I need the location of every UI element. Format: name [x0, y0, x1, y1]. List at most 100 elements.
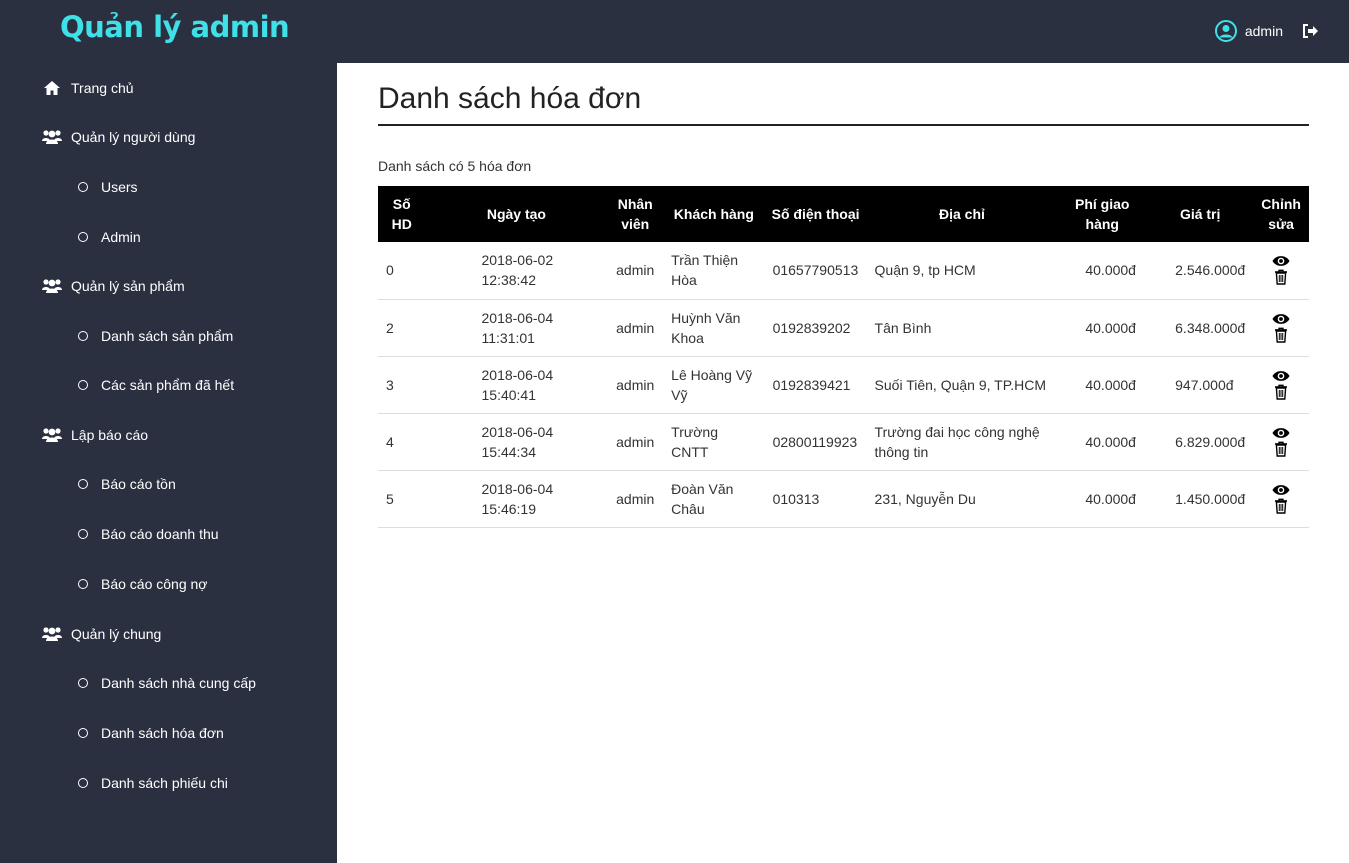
col-chinh-sua: Chỉnh sửa [1261, 196, 1301, 232]
invoice-table: Số HD Ngày tạo Nhân viên Khách hàng Số đ… [378, 186, 1309, 528]
sidebar-subitem-label: Danh sách phiếu chi [101, 775, 228, 791]
cell-gia-tri: 1.450.000đ [1175, 490, 1246, 507]
sidebar: Trang chủ Quản lý người dùng Users Admin… [0, 63, 337, 863]
user-area: admin [1214, 20, 1319, 42]
col-gia-tri: Giá trị [1179, 206, 1221, 222]
sidebar-subitem-label: Danh sách nhà cung cấp [101, 675, 256, 691]
sidebar-subitem-label: Báo cáo tồn [101, 476, 176, 492]
sidebar-item-quan-ly-nguoi-dung[interactable]: Quản lý người dùng [42, 128, 195, 146]
table-row: 0 2018-06-02 12:38:42 admin Trần Thiện Hòa 0… [378, 242, 1309, 299]
trash-icon[interactable] [1274, 498, 1288, 514]
cell-ngay-tao: 2018-06-02 12:38:42 [481, 252, 554, 289]
circle-icon [78, 778, 88, 788]
cell-phi-giao-hang: 40.000đ [1085, 319, 1136, 336]
sidebar-subitem-users[interactable]: Users [78, 179, 138, 195]
circle-icon [78, 479, 88, 489]
sidebar-subitem-phieu-chi[interactable]: Danh sách phiếu chi [78, 775, 228, 791]
cell-so-dien-thoai: 010313 [772, 490, 820, 507]
cell-phi-giao-hang: 40.000đ [1085, 262, 1136, 279]
cell-so-dien-thoai: 0192839421 [772, 376, 851, 393]
sidebar-subitem-label: Users [101, 179, 138, 195]
user-circle-icon[interactable] [1214, 20, 1237, 42]
col-so-hd: Số HD [391, 196, 412, 232]
circle-icon [78, 579, 88, 589]
cell-phi-giao-hang: 40.000đ [1085, 490, 1136, 507]
trash-icon[interactable] [1274, 384, 1288, 400]
cell-khach-hang: Trường CNTT [671, 423, 718, 460]
sidebar-subitem-label: Các sản phẩm đã hết [101, 377, 235, 393]
sidebar-subitem-label: Báo cáo doanh thu [101, 526, 219, 542]
sidebar-subitem-label: Báo cáo công nợ [101, 576, 208, 592]
sidebar-subitem-danh-sach-san-pham[interactable]: Danh sách sản phẩm [78, 328, 233, 344]
cell-ngay-tao: 2018-06-04 15:44:34 [481, 423, 554, 460]
sidebar-subitem-label: Danh sách hóa đơn [101, 725, 224, 741]
sidebar-item-label: Trang chủ [71, 80, 134, 96]
users-icon [42, 128, 62, 146]
sidebar-subitem-admin[interactable]: Admin [78, 229, 141, 245]
sidebar-subitem-bao-cao-ton[interactable]: Báo cáo tồn [78, 476, 176, 492]
sidebar-item-quan-ly-san-pham[interactable]: Quản lý sản phẩm [42, 277, 185, 295]
col-dia-chi: Địa chỉ [939, 206, 985, 222]
table-row: 3 2018-06-04 15:40:41 admin Lê Hoàng Vỹ Vỹ 0… [378, 356, 1309, 413]
invoice-count: Danh sách có 5 hóa đơn [378, 158, 532, 174]
cell-actions [1253, 413, 1309, 470]
cell-so-hd: 0 [386, 262, 394, 279]
trash-icon[interactable] [1274, 269, 1288, 285]
cell-so-dien-thoai: 01657790513 [772, 262, 859, 279]
cell-so-hd: 4 [386, 433, 394, 450]
cell-khach-hang: Lê Hoàng Vỹ Vỹ [671, 366, 753, 403]
cell-nhan-vien: admin [616, 319, 655, 336]
sidebar-item-label: Lập báo cáo [71, 427, 149, 443]
sidebar-subitem-hoa-don[interactable]: Danh sách hóa đơn [78, 725, 224, 741]
username[interactable]: admin [1245, 23, 1283, 39]
cell-so-hd: 3 [386, 376, 394, 393]
col-nhan-vien: Nhân viên [617, 196, 653, 232]
sidebar-subitem-label: Danh sách sản phẩm [101, 328, 234, 344]
cell-so-dien-thoai: 02800119923 [772, 433, 858, 450]
eye-icon[interactable] [1272, 370, 1290, 382]
eye-icon[interactable] [1272, 427, 1290, 439]
cell-ngay-tao: 2018-06-04 15:40:41 [481, 366, 554, 403]
users-icon [42, 277, 62, 295]
eye-icon[interactable] [1272, 255, 1290, 267]
cell-actions [1253, 470, 1309, 527]
cell-nhan-vien: admin [616, 376, 655, 393]
cell-so-hd: 2 [386, 319, 394, 336]
eye-icon[interactable] [1272, 313, 1290, 325]
sidebar-subitem-bao-cao-cong-no[interactable]: Báo cáo công nợ [78, 576, 207, 592]
col-ngay-tao: Ngày tạo [486, 206, 546, 222]
circle-icon [78, 232, 88, 242]
circle-icon [78, 182, 88, 192]
table-row: 5 2018-06-04 15:46:19 admin Đoàn Văn Châu 01… [378, 470, 1309, 527]
sidebar-item-trang-chu[interactable]: Trang chủ [42, 79, 134, 97]
sidebar-item-label: Quản lý sản phẩm [71, 278, 185, 294]
sidebar-subitem-label: Admin [101, 229, 141, 245]
col-so-dien-thoai: Số điện thoại [771, 206, 860, 222]
cell-ngay-tao: 2018-06-04 15:46:19 [481, 480, 554, 517]
cell-dia-chi: Trường đai học công nghệ thông tin [874, 423, 1040, 460]
sidebar-item-lap-bao-cao[interactable]: Lập báo cáo [42, 426, 148, 444]
sidebar-item-label: Quản lý chung [71, 626, 162, 642]
sidebar-subitem-san-pham-da-het[interactable]: Các sản phẩm đã hết [78, 377, 234, 393]
main-content: Danh sách hóa đơn Danh sách có 5 hóa đơn… [337, 63, 1349, 863]
cell-gia-tri: 6.348.000đ [1175, 319, 1246, 336]
sidebar-item-quan-ly-chung[interactable]: Quản lý chung [42, 625, 161, 643]
brand-title[interactable]: Quản lý admin [60, 10, 290, 44]
cell-dia-chi: Suối Tiên, Quận 9, TP.HCM [874, 376, 1047, 393]
eye-icon[interactable] [1272, 484, 1290, 496]
table-row: 4 2018-06-04 15:44:34 admin Trường CNTT 0280… [378, 413, 1309, 470]
trash-icon[interactable] [1274, 441, 1288, 457]
home-icon [42, 79, 62, 97]
cell-actions [1253, 356, 1309, 413]
col-khach-hang: Khách hàng [673, 206, 754, 222]
sidebar-subitem-bao-cao-doanh-thu[interactable]: Báo cáo doanh thu [78, 526, 219, 542]
trash-icon[interactable] [1274, 327, 1288, 343]
circle-icon [78, 331, 88, 341]
cell-ngay-tao: 2018-06-04 11:31:01 [481, 309, 554, 346]
title-divider [378, 124, 1309, 126]
cell-khach-hang: Trần Thiện Hòa [671, 252, 739, 289]
sidebar-subitem-nha-cung-cap[interactable]: Danh sách nhà cung cấp [78, 675, 256, 691]
table-header-row: Số HD Ngày tạo Nhân viên Khách hàng Số đ… [378, 186, 1309, 242]
logout-icon[interactable] [1301, 23, 1319, 39]
cell-so-dien-thoai: 0192839202 [772, 319, 851, 336]
